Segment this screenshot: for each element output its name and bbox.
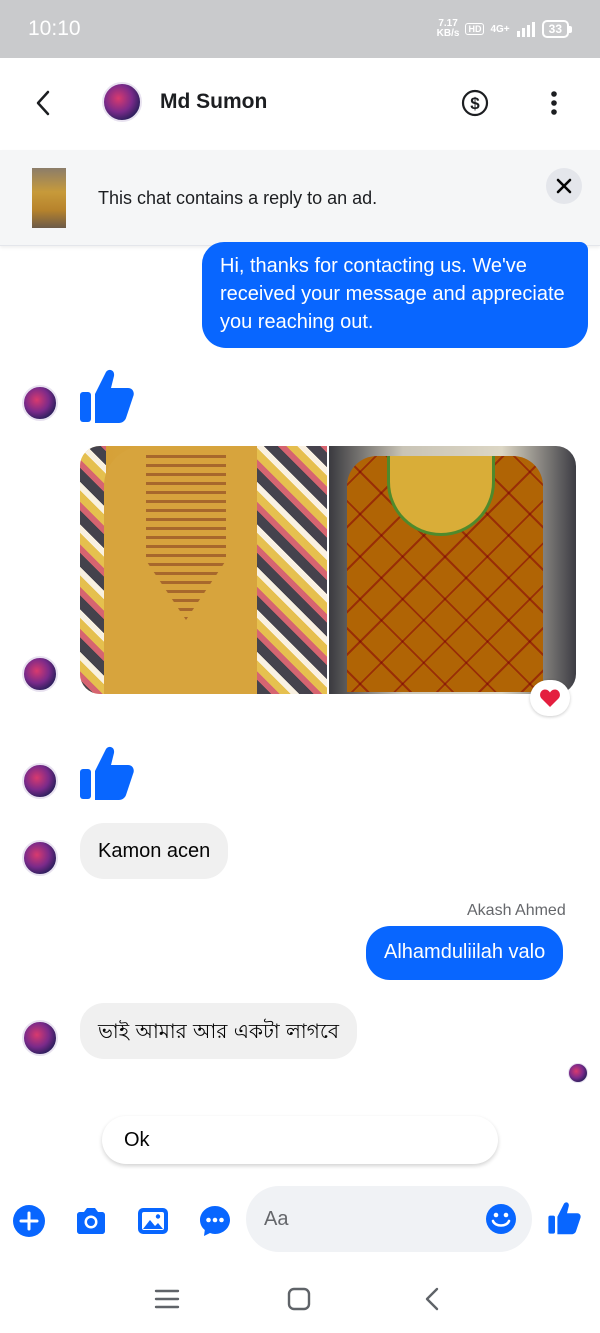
net-speed: 7.17 KB/s <box>437 19 460 39</box>
recent-apps-icon[interactable] <box>152 1284 182 1314</box>
like-icon[interactable] <box>546 1200 582 1236</box>
heart-glyph <box>540 689 560 707</box>
network-type: 4G+ <box>490 23 510 35</box>
message-input-placeholder: Aa <box>264 1207 289 1230</box>
message-composer: Aa <box>0 1180 600 1258</box>
quick-reply-chip[interactable]: Ok <box>102 1116 498 1164</box>
battery-icon: 33 <box>541 20 572 38</box>
thumbs-up-icon[interactable] <box>76 366 136 426</box>
photo-dress-front[interactable] <box>80 446 327 694</box>
svg-text:$: $ <box>470 94 480 113</box>
home-icon[interactable] <box>284 1284 314 1314</box>
chat-bubble-icon[interactable] <box>198 1204 232 1238</box>
status-bar: 10:10 7.17 KB/s HD 4G+ 33 <box>0 0 600 58</box>
sender-avatar[interactable] <box>22 840 58 876</box>
status-time: 10:10 <box>28 17 81 40</box>
sender-avatar[interactable] <box>22 385 58 421</box>
signal-icon <box>516 22 535 37</box>
ad-thumbnail[interactable] <box>32 168 66 228</box>
nav-back-icon[interactable] <box>418 1284 448 1314</box>
contact-name[interactable]: Md Sumon <box>160 90 267 114</box>
ad-reply-banner: This chat contains a reply to an ad. <box>0 150 600 246</box>
photo-dress-detail[interactable] <box>329 446 576 694</box>
dollar-icon[interactable]: $ <box>460 88 490 118</box>
battery-level: 33 <box>541 20 569 38</box>
heart-reaction-icon[interactable] <box>530 680 570 716</box>
close-x-glyph <box>556 178 572 194</box>
back-arrow-icon[interactable] <box>28 88 58 118</box>
camera-icon[interactable] <box>74 1204 108 1238</box>
incoming-message[interactable]: ভাই আমার আর একটা লাগবে <box>80 1003 357 1059</box>
net-speed-unit: KB/s <box>436 28 460 39</box>
thumbs-up-icon[interactable] <box>76 743 136 803</box>
seen-indicator-avatar <box>568 1063 588 1083</box>
emoji-icon[interactable] <box>484 1202 518 1236</box>
photo-attachment-group[interactable] <box>80 446 576 694</box>
system-nav-bar <box>0 1262 600 1333</box>
plus-icon[interactable] <box>12 1204 46 1238</box>
close-icon[interactable] <box>546 168 582 204</box>
sender-avatar[interactable] <box>22 763 58 799</box>
outgoing-message[interactable]: Alhamduliilah valo <box>366 926 564 980</box>
ad-banner-text: This chat contains a reply to an ad. <box>98 188 378 208</box>
more-vertical-icon[interactable] <box>540 88 568 118</box>
message-input[interactable]: Aa <box>246 1186 532 1252</box>
hd-badge: HD <box>465 23 485 35</box>
image-icon[interactable] <box>136 1204 170 1238</box>
sender-avatar[interactable] <box>22 1020 58 1056</box>
status-indicators: 7.17 KB/s HD 4G+ 33 <box>437 19 572 39</box>
sender-name-label: Akash Ahmed <box>467 902 566 919</box>
outgoing-message[interactable]: Hi, thanks for contacting us. We've rece… <box>202 242 588 348</box>
chat-header: Md Sumon $ <box>0 58 600 150</box>
incoming-message[interactable]: Kamon acen <box>80 823 229 879</box>
sender-avatar[interactable] <box>22 656 58 692</box>
contact-avatar[interactable] <box>102 82 142 122</box>
